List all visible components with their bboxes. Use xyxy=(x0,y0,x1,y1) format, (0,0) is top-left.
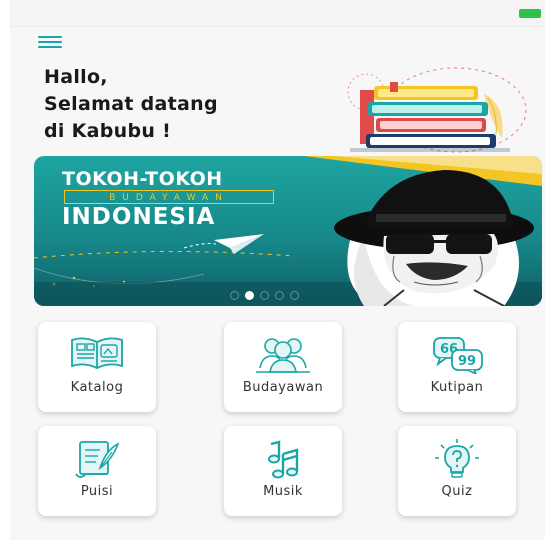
people-group-icon xyxy=(256,338,310,373)
scroll-quill-icon xyxy=(75,441,120,478)
music-note-icon xyxy=(268,440,299,479)
hamburger-menu-icon[interactable] xyxy=(38,36,62,50)
carousel-dot[interactable] xyxy=(290,291,299,300)
battery-icon xyxy=(519,9,541,18)
greeting-line-3: di Kabubu ! xyxy=(44,120,172,142)
menu-card-musik[interactable]: Musik xyxy=(224,426,342,516)
menu-label-quiz: Quiz xyxy=(441,484,473,499)
banner-title-bottom: INDONESIA xyxy=(62,204,216,230)
menu-label-puisi: Puisi xyxy=(80,484,114,499)
svg-text:99: 99 xyxy=(458,354,476,369)
greeting-text: Hallo, Selamat datang di Kabubu ! xyxy=(44,64,218,145)
greeting-line-1: Hallo, xyxy=(44,66,108,88)
menu-card-puisi[interactable]: Puisi xyxy=(38,426,156,516)
banner-title-top: TOKOH-TOKOH xyxy=(62,168,223,190)
carousel-indicator xyxy=(230,291,299,300)
banner-title-mid: BUDAYAWAN xyxy=(64,190,274,204)
carousel-dot-active[interactable] xyxy=(245,291,254,300)
carousel-dot[interactable] xyxy=(230,291,239,300)
menu-label-katalog: Katalog xyxy=(70,380,124,395)
greeting-line-2: Selamat datang xyxy=(44,93,218,115)
quote-bubbles-icon: 66 99 xyxy=(433,337,483,374)
menu-card-kutipan[interactable]: 66 99 Kutipan xyxy=(398,322,516,412)
app-screen: Hallo, Selamat datang di Kabubu ! TOKOH-… xyxy=(10,0,545,540)
menu-card-katalog[interactable]: Katalog xyxy=(38,322,156,412)
menu-card-budayawan[interactable]: Budayawan xyxy=(224,322,342,412)
menu-label-musik: Musik xyxy=(263,484,303,499)
lightbulb-question-icon xyxy=(435,439,479,478)
featured-banner[interactable]: TOKOH-TOKOH BUDAYAWAN INDONESIA xyxy=(34,156,542,306)
menu-card-quiz[interactable]: Quiz xyxy=(398,426,516,516)
status-bar xyxy=(10,0,545,27)
menu-grid: Katalog Budayawan 66 99 Kutipan Puisi Mu… xyxy=(38,322,534,518)
carousel-dot[interactable] xyxy=(275,291,284,300)
menu-label-budayawan: Budayawan xyxy=(242,380,324,395)
books-illustration xyxy=(347,67,527,153)
book-catalog-icon xyxy=(71,337,123,369)
menu-label-kutipan: Kutipan xyxy=(430,380,484,395)
carousel-dot[interactable] xyxy=(260,291,269,300)
